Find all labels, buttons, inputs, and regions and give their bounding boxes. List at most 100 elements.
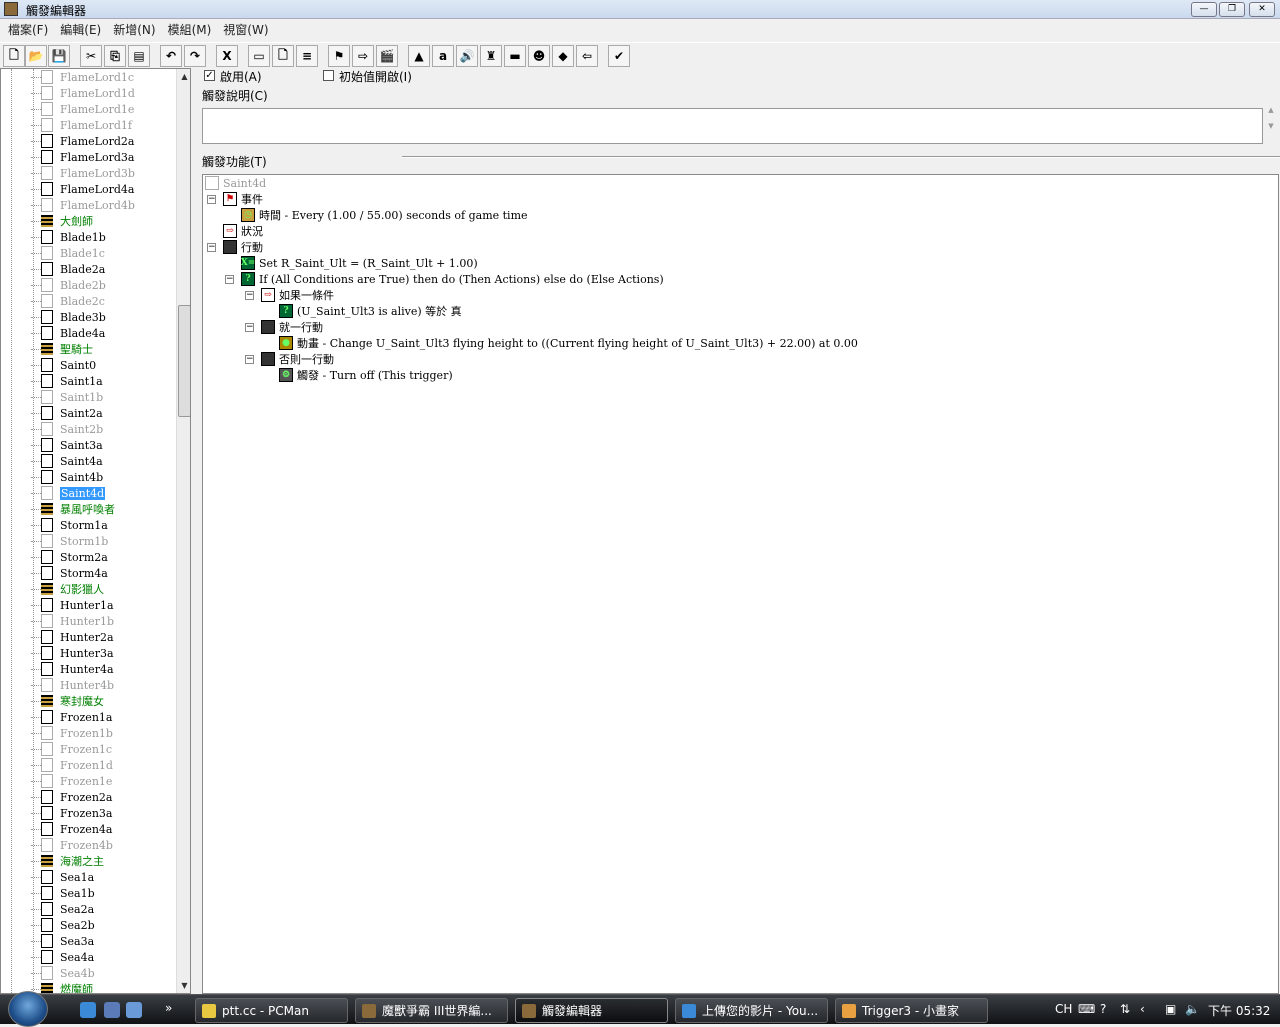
tree-trigger-item[interactable]: Saint4d <box>31 485 106 501</box>
terrain-editor-icon[interactable]: ▲ <box>408 45 430 67</box>
tree-trigger-item[interactable]: Hunter4b <box>31 677 114 693</box>
import-manager-icon[interactable]: ⇦ <box>576 45 598 67</box>
object-editor-icon[interactable]: ♜ <box>480 45 502 67</box>
tree-trigger-item[interactable]: Frozen3a <box>31 805 112 821</box>
function-node[interactable]: ● 動畫 - Change U_Saint_Ult3 flying height … <box>279 335 858 351</box>
start-button[interactable] <box>8 991 48 1027</box>
tree-trigger-item[interactable]: Blade1b <box>31 229 106 245</box>
tree-category[interactable]: 海潮之主 <box>31 853 104 869</box>
collapse-toggle[interactable]: − <box>245 355 254 364</box>
tree-trigger-item[interactable]: Storm4a <box>31 565 108 581</box>
tree-trigger-item[interactable]: Storm1a <box>31 517 108 533</box>
tree-trigger-item[interactable]: FlameLord1f <box>31 117 132 133</box>
test-map-icon[interactable]: ✔ <box>608 45 630 67</box>
menu-window[interactable]: 視窗(W) <box>219 19 276 39</box>
taskbar-button[interactable]: Trigger3 - 小畫家 <box>835 998 988 1023</box>
tree-trigger-item[interactable]: Sea4b <box>31 965 95 981</box>
function-node[interactable]: ⇨ 如果一條件 <box>261 287 334 303</box>
tree-trigger-item[interactable]: Blade2a <box>31 261 105 277</box>
taskbar-button[interactable]: 魔獸爭霸 III世界編... <box>355 998 508 1023</box>
function-node[interactable]: ⚑ 事件 <box>223 191 263 207</box>
tree-category[interactable]: 燃魔師 <box>31 981 93 993</box>
scroll-thumb[interactable] <box>178 305 190 417</box>
close-button[interactable]: ✕ <box>1249 2 1275 17</box>
new-event-icon[interactable]: ⚑ <box>328 45 350 67</box>
function-node[interactable]: X= Set R_Saint_Ult = (R_Saint_Ult + 1.00) <box>241 255 478 271</box>
tree-trigger-item[interactable]: Saint2a <box>31 405 103 421</box>
menu-new[interactable]: 新增(N) <box>109 19 163 39</box>
campaign-editor-icon[interactable]: ▬ <box>504 45 526 67</box>
tree-trigger-item[interactable]: Blade3b <box>31 309 106 325</box>
collapse-toggle[interactable]: − <box>245 323 254 332</box>
enabled-checkbox[interactable]: ✓ <box>204 70 215 81</box>
copy-icon[interactable]: ⎘ <box>104 45 126 67</box>
tree-trigger-item[interactable]: Sea2b <box>31 917 95 933</box>
ie-quicklaunch-icon[interactable] <box>80 1002 96 1018</box>
collapse-toggle[interactable]: − <box>207 243 216 252</box>
taskbar-button[interactable]: 觸發編輯器 <box>515 998 668 1023</box>
function-node[interactable]: ? (U_Saint_Ult3 is alive) 等於 真 <box>279 303 462 319</box>
language-indicator[interactable]: CH <box>1055 1002 1072 1016</box>
tree-scrollbar[interactable]: ▲ ▼ <box>176 69 190 993</box>
save-icon[interactable]: 💾 <box>48 45 70 67</box>
cut-icon[interactable]: ✂ <box>80 45 102 67</box>
tree-trigger-item[interactable]: Sea1b <box>31 885 95 901</box>
open-icon[interactable]: 📂 <box>25 45 47 67</box>
tree-trigger-item[interactable]: Hunter2a <box>31 629 114 645</box>
object-manager-icon[interactable]: ◆ <box>552 45 574 67</box>
tree-trigger-item[interactable]: Storm1b <box>31 533 108 549</box>
volume-icon[interactable]: 🔈 <box>1185 1002 1200 1016</box>
tray-expand-icon[interactable]: ‹ <box>1140 1002 1145 1016</box>
tray-options-icon[interactable]: ⇅ <box>1120 1002 1130 1016</box>
collapse-toggle[interactable]: − <box>207 195 216 204</box>
variables-icon[interactable]: X <box>216 45 238 67</box>
function-node[interactable]: 否則一行動 <box>261 351 334 367</box>
tree-trigger-item[interactable]: Hunter1a <box>31 597 114 613</box>
new-condition-icon[interactable]: ⇨ <box>352 45 374 67</box>
redo-icon[interactable]: ↷ <box>184 45 206 67</box>
function-node[interactable]: ⚙ 觸發 - Turn off (This trigger) <box>279 367 453 383</box>
new-icon[interactable]: 🗋 <box>3 45 25 67</box>
function-node[interactable]: ⇨ 狀況 <box>223 223 263 239</box>
switch-windows-icon[interactable] <box>126 1002 142 1018</box>
function-node[interactable]: ◷ 時間 - Every (1.00 / 55.00) seconds of ga… <box>241 207 528 223</box>
tree-trigger-item[interactable]: FlameLord1c <box>31 69 134 85</box>
menu-module[interactable]: 模組(M) <box>164 19 220 39</box>
new-comment-icon[interactable]: ≡ <box>296 45 318 67</box>
tree-trigger-item[interactable]: Frozen2a <box>31 789 112 805</box>
tree-trigger-item[interactable]: Saint2b <box>31 421 103 437</box>
collapse-toggle[interactable]: − <box>225 275 234 284</box>
scroll-up-icon[interactable]: ▲ <box>177 69 190 84</box>
tree-trigger-item[interactable]: Hunter3a <box>31 645 114 661</box>
tree-trigger-item[interactable]: Sea3a <box>31 933 94 949</box>
trigger-functions-tree[interactable]: Saint4d − ⚑ 事件 ◷ 時間 - Every (1.00 / 55.00) se… <box>202 174 1279 994</box>
paste-icon[interactable]: ▤ <box>128 45 150 67</box>
new-action-icon[interactable]: 🎬 <box>376 45 398 67</box>
new-trigger-icon[interactable]: 🗋 <box>272 45 294 67</box>
collapse-toggle[interactable]: − <box>245 291 254 300</box>
tree-trigger-item[interactable]: Storm2a <box>31 549 108 565</box>
tree-trigger-item[interactable]: Hunter4a <box>31 661 114 677</box>
tree-trigger-item[interactable]: FlameLord1e <box>31 101 134 117</box>
tree-trigger-item[interactable]: Saint0 <box>31 357 96 373</box>
tree-trigger-item[interactable]: FlameLord4a <box>31 181 134 197</box>
menu-edit[interactable]: 編輯(E) <box>56 19 109 39</box>
tree-trigger-item[interactable]: FlameLord3b <box>31 165 135 181</box>
tree-trigger-item[interactable]: Frozen1b <box>31 725 113 741</box>
tree-category[interactable]: 聖騎士 <box>31 341 93 357</box>
function-node[interactable]: ? If (All Conditions are True) then do (T… <box>241 271 664 287</box>
tree-trigger-item[interactable]: Frozen1d <box>31 757 113 773</box>
tree-trigger-item[interactable]: Sea2a <box>31 901 94 917</box>
undo-icon[interactable]: ↶ <box>160 45 182 67</box>
tree-trigger-item[interactable]: Blade4a <box>31 325 105 341</box>
help-icon[interactable]: ? <box>1100 1002 1106 1016</box>
menu-file[interactable]: 檔案(F) <box>4 19 56 39</box>
tree-category[interactable]: 寒封魔女 <box>31 693 104 709</box>
tree-trigger-item[interactable]: Sea4a <box>31 949 94 965</box>
comment-scrollbar[interactable]: ▲ ▼ <box>1264 106 1278 144</box>
taskbar-button[interactable]: ptt.cc - PCMan <box>195 998 348 1023</box>
ai-editor-icon[interactable]: ☻ <box>528 45 550 67</box>
new-category-icon[interactable]: ▭ <box>248 45 270 67</box>
tree-trigger-item[interactable]: Saint4a <box>31 453 103 469</box>
tree-trigger-item[interactable]: FlameLord1d <box>31 85 135 101</box>
